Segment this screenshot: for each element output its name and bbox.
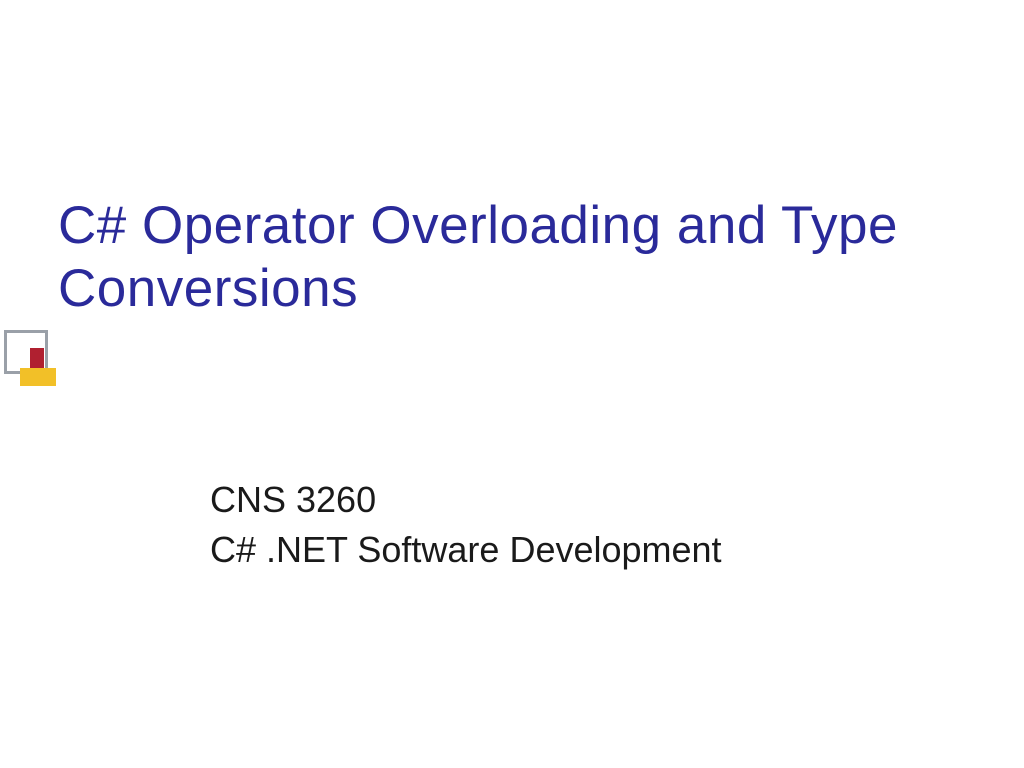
subtitle-line-1: CNS 3260 (210, 475, 722, 525)
slide-decoration (0, 330, 60, 400)
subtitle-line-2: C# .NET Software Development (210, 525, 722, 575)
slide-title: C# Operator Overloading and Type Convers… (58, 195, 978, 320)
slide-subtitle: CNS 3260 C# .NET Software Development (210, 475, 722, 576)
slide: C# Operator Overloading and Type Convers… (0, 0, 1024, 768)
square-yellow-icon (20, 368, 56, 386)
